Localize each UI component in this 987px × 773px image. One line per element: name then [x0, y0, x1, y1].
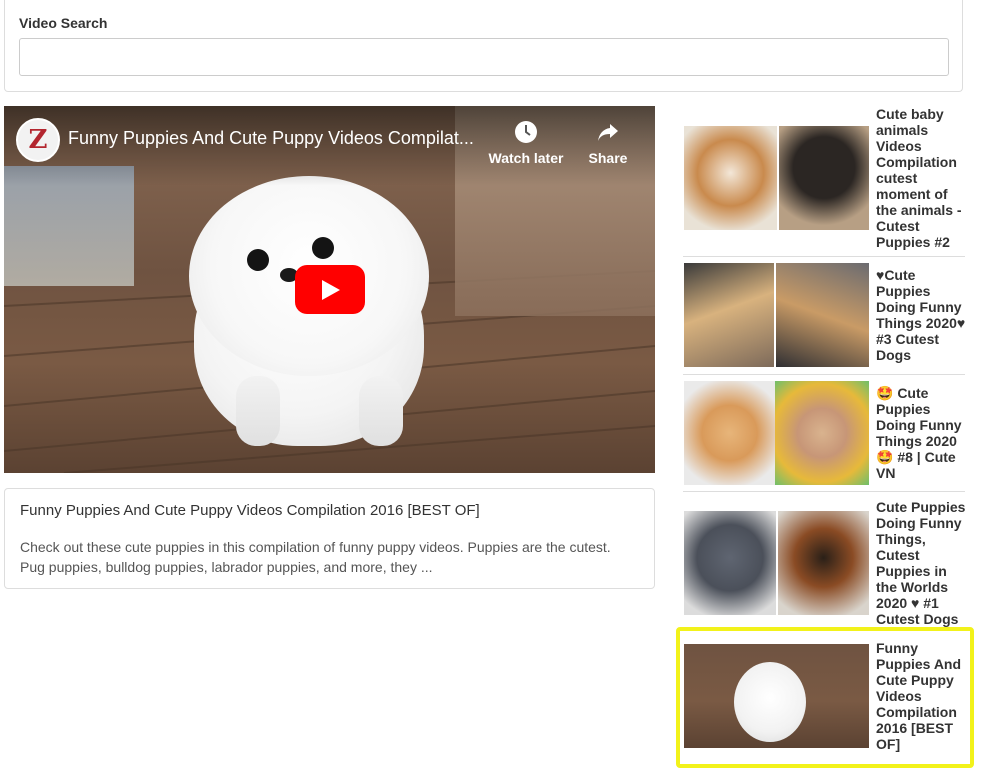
video-player[interactable]: Z Funny Puppies And Cute Puppy Videos Co… [4, 106, 655, 473]
channel-logo[interactable]: Z [16, 118, 60, 162]
search-card: Video Search [4, 0, 963, 92]
related-video-title[interactable]: Cute baby animals Videos Compilation cut… [876, 106, 968, 250]
divider [683, 491, 965, 492]
share-label: Share [588, 150, 628, 166]
puppy-leg [359, 376, 403, 446]
share-icon [598, 124, 618, 141]
thumbnail-image [684, 263, 774, 367]
puppy-leg [236, 376, 280, 446]
divider [683, 374, 965, 375]
play-icon [322, 279, 340, 300]
related-video-thumbnail[interactable] [684, 126, 869, 230]
thumbnail-image [684, 381, 775, 485]
watch-later-button[interactable]: Watch later [486, 120, 566, 166]
thumbnail-image [778, 511, 869, 615]
thumbnail-image [684, 511, 776, 615]
divider [683, 256, 965, 257]
thumbnail-image [779, 126, 869, 230]
thumbnail-image [776, 263, 869, 367]
description-text: Check out these cute puppies in this com… [20, 539, 611, 575]
puppy-eye [247, 249, 269, 271]
description-title: Funny Puppies And Cute Puppy Videos Comp… [20, 502, 480, 519]
share-button[interactable]: Share [568, 120, 648, 166]
related-video-thumbnail[interactable] [684, 263, 869, 367]
clock-icon [515, 121, 537, 143]
thumbnail-image [684, 126, 777, 230]
search-label: Video Search [19, 15, 108, 31]
video-search-input[interactable] [19, 38, 949, 76]
player-video-title[interactable]: Funny Puppies And Cute Puppy Videos Comp… [68, 128, 488, 149]
thumbnail-image [775, 381, 869, 485]
video-description-card: Funny Puppies And Cute Puppy Videos Comp… [4, 488, 655, 589]
related-video-thumbnail[interactable] [684, 381, 869, 485]
related-video-title[interactable]: 🤩 Cute Puppies Doing Funny Things 2020 🤩… [876, 385, 968, 481]
related-video-title[interactable]: Cute Puppies Doing Funny Things, Cutest … [876, 499, 968, 627]
puppy-eye [312, 237, 334, 259]
related-video-title[interactable]: ♥Cute Puppies Doing Funny Things 2020♥ #… [876, 267, 968, 363]
watch-later-label: Watch later [488, 150, 564, 166]
selection-highlight [676, 627, 974, 768]
related-video-thumbnail[interactable] [684, 511, 869, 615]
play-button[interactable] [295, 265, 365, 314]
